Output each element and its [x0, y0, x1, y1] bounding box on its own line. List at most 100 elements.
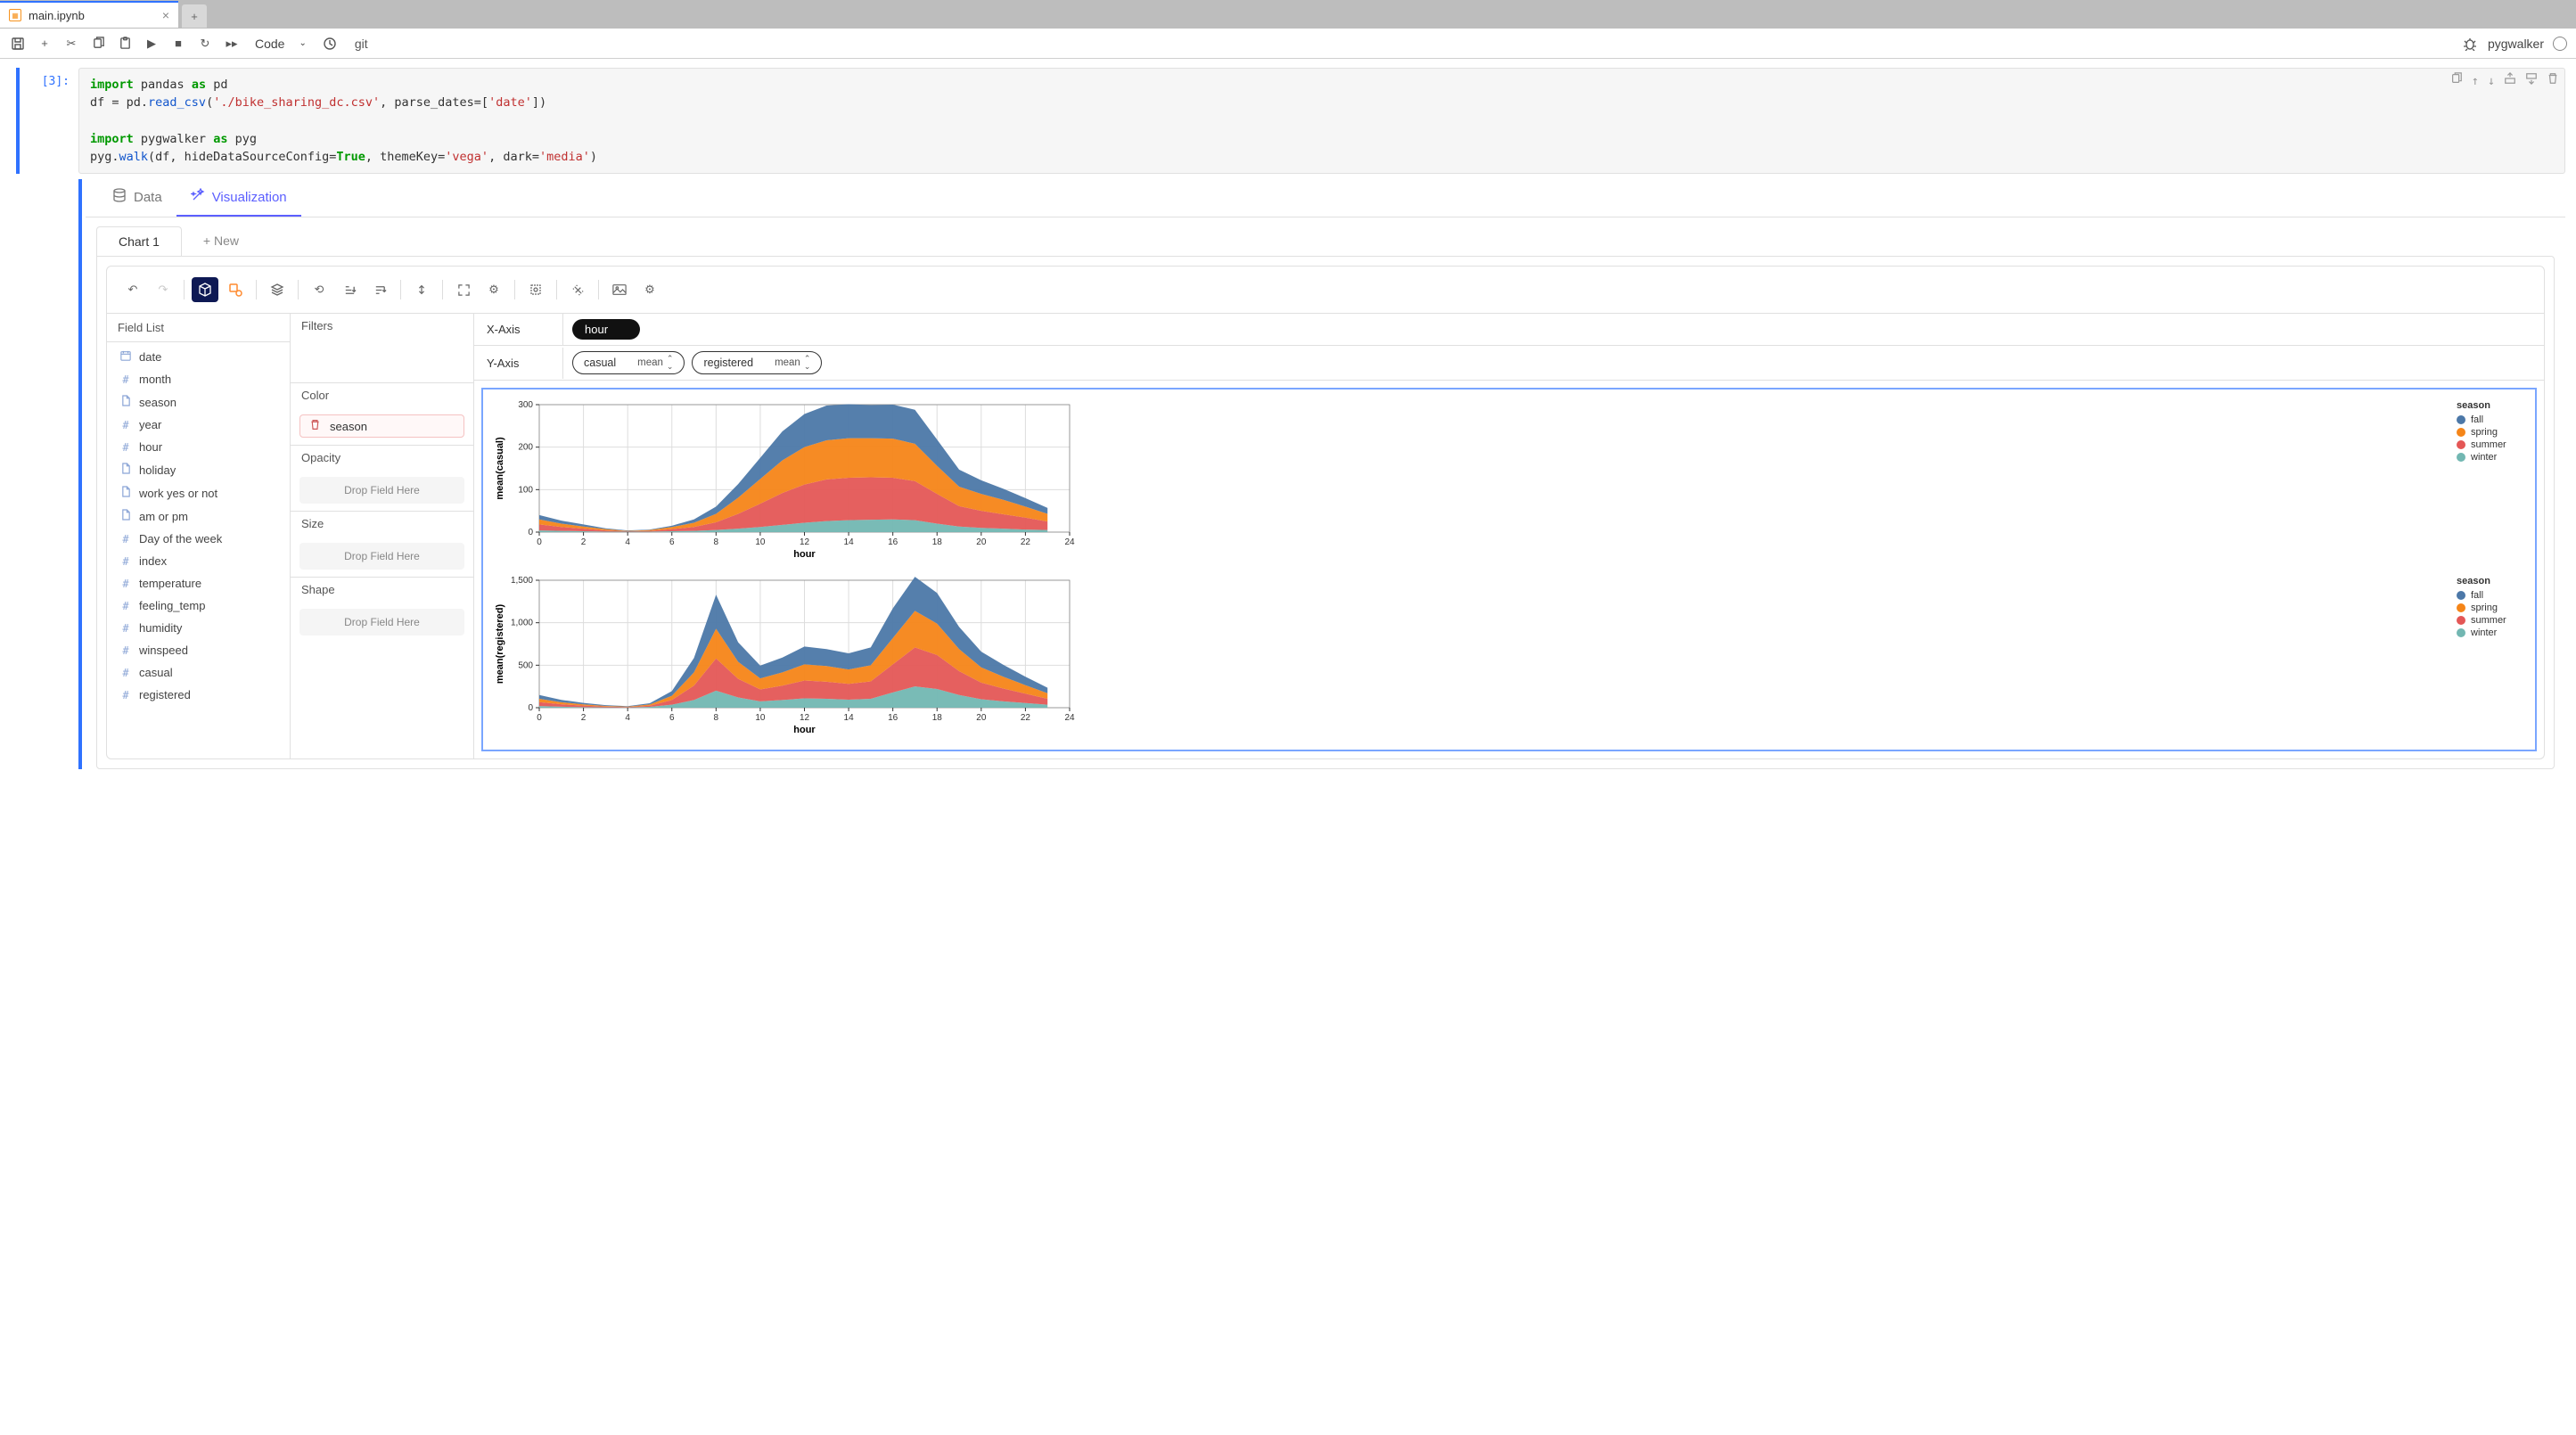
- stop-icon[interactable]: ■: [169, 35, 187, 53]
- duplicate-icon[interactable]: [2450, 72, 2463, 90]
- kernel-name[interactable]: pygwalker: [2488, 37, 2544, 51]
- legend-swatch: [2457, 453, 2465, 462]
- insert-below-icon[interactable]: [2525, 72, 2538, 90]
- legend-item-fall[interactable]: fall: [2457, 590, 2528, 601]
- insert-above-icon[interactable]: [2504, 72, 2516, 90]
- field-item-casual[interactable]: #casual: [107, 661, 290, 684]
- code-input[interactable]: ↑ ↓ import pandas as pd df = pd.read_csv…: [78, 68, 2565, 174]
- field-item-work-yes-or-not[interactable]: work yes or not: [107, 481, 290, 504]
- legend-item-summer[interactable]: summer: [2457, 439, 2528, 450]
- cell-type-select[interactable]: Code⌄: [250, 37, 312, 51]
- shelf-size[interactable]: Size Drop Field Here: [291, 512, 473, 578]
- y-field-pill-casual[interactable]: casual mean⌃⌄: [572, 351, 685, 374]
- color-field-pill[interactable]: season: [299, 414, 464, 438]
- export-image-icon[interactable]: [606, 277, 633, 302]
- field-list-panel: Field List date#monthseason#year#hourhol…: [107, 314, 291, 758]
- field-item-season[interactable]: season: [107, 390, 290, 414]
- shelf-shape[interactable]: Shape Drop Field Here: [291, 578, 473, 643]
- size-settings-icon[interactable]: ⚙: [480, 277, 507, 302]
- size-mode-icon[interactable]: [450, 277, 477, 302]
- add-cell-icon[interactable]: +: [36, 35, 53, 53]
- mark-type-icon[interactable]: [222, 277, 249, 302]
- trash-icon[interactable]: [309, 419, 321, 433]
- close-icon[interactable]: ×: [162, 8, 169, 22]
- bug-icon[interactable]: [2461, 35, 2479, 53]
- save-icon[interactable]: [9, 35, 27, 53]
- delete-icon[interactable]: [2547, 72, 2559, 90]
- x-field-pill[interactable]: hour: [572, 319, 640, 340]
- hash-icon: #: [119, 600, 132, 612]
- sort-desc-icon[interactable]: [366, 277, 393, 302]
- debug-icon[interactable]: [564, 277, 591, 302]
- x-axis-shelf[interactable]: X-Axis hour: [474, 314, 2544, 346]
- tab-chart1[interactable]: Chart 1: [96, 226, 182, 256]
- legend-item-fall[interactable]: fall: [2457, 414, 2528, 425]
- clock-icon[interactable]: [321, 35, 339, 53]
- stack-icon[interactable]: [264, 277, 291, 302]
- svg-text:12: 12: [800, 537, 810, 547]
- hash-icon: #: [119, 622, 132, 635]
- field-item-Day-of-the-week[interactable]: #Day of the week: [107, 528, 290, 550]
- undo-icon[interactable]: ↶: [119, 277, 146, 302]
- coord-icon[interactable]: [522, 277, 549, 302]
- aggregate-icon[interactable]: [192, 277, 218, 302]
- fast-forward-icon[interactable]: ▸▸: [223, 35, 241, 53]
- export-settings-icon[interactable]: ⚙: [636, 277, 663, 302]
- legend-swatch: [2457, 440, 2465, 449]
- field-item-winspeed[interactable]: #winspeed: [107, 639, 290, 661]
- run-icon[interactable]: ▶: [143, 35, 160, 53]
- move-down-icon[interactable]: ↓: [2488, 72, 2495, 90]
- axis-resize-icon[interactable]: [408, 277, 435, 302]
- legend-item-spring[interactable]: spring: [2457, 427, 2528, 438]
- chart-canvas[interactable]: 0246810121416182022240100200300hourmean(…: [481, 388, 2537, 751]
- database-icon: [112, 188, 127, 206]
- field-item-holiday[interactable]: holiday: [107, 458, 290, 481]
- svg-text:14: 14: [844, 537, 855, 547]
- tab-data[interactable]: Data: [98, 179, 176, 217]
- svg-text:4: 4: [625, 537, 630, 547]
- cut-icon[interactable]: ✂: [62, 35, 80, 53]
- legend-title: season: [2457, 400, 2528, 411]
- field-item-index[interactable]: #index: [107, 550, 290, 572]
- field-item-feeling_temp[interactable]: #feeling_temp: [107, 594, 290, 617]
- field-item-temperature[interactable]: #temperature: [107, 572, 290, 594]
- field-item-humidity[interactable]: #humidity: [107, 617, 290, 639]
- legend-item-winter[interactable]: winter: [2457, 627, 2528, 638]
- paste-icon[interactable]: [116, 35, 134, 53]
- field-item-registered[interactable]: #registered: [107, 684, 290, 706]
- y-field-pill-registered[interactable]: registered mean⌃⌄: [692, 351, 822, 374]
- hash-icon: #: [119, 419, 132, 431]
- legend-item-winter[interactable]: winter: [2457, 452, 2528, 463]
- new-tab-button[interactable]: +: [182, 4, 207, 28]
- hash-icon: #: [119, 555, 132, 568]
- shelf-filters[interactable]: Filters: [291, 314, 473, 383]
- chart-toolbar: ↶ ↷ ⟲ ⚙: [106, 266, 2545, 314]
- file-tab-main[interactable]: ▦ main.ipynb ×: [0, 1, 178, 28]
- kernel-indicator-icon[interactable]: [2553, 37, 2567, 51]
- field-item-year[interactable]: #year: [107, 414, 290, 436]
- magic-icon: [191, 188, 205, 206]
- tab-visualization[interactable]: Visualization: [176, 179, 301, 217]
- file-tabbar: ▦ main.ipynb × +: [0, 0, 2576, 29]
- legend-item-spring[interactable]: spring: [2457, 603, 2528, 613]
- shelf-color[interactable]: Color season: [291, 383, 473, 446]
- cell-toolbar: ↑ ↓: [2450, 72, 2559, 90]
- redo-icon[interactable]: ↷: [150, 277, 176, 302]
- restart-icon[interactable]: ↻: [196, 35, 214, 53]
- copy-icon[interactable]: [89, 35, 107, 53]
- legend-item-summer[interactable]: summer: [2457, 615, 2528, 626]
- document-icon: [119, 509, 132, 523]
- y-axis-shelf[interactable]: Y-Axis casual mean⌃⌄ registered mean⌃⌄: [474, 346, 2544, 381]
- sort-asc-icon[interactable]: [336, 277, 363, 302]
- code-cell[interactable]: [3]: ↑ ↓ import pandas as pd df = pd.rea…: [16, 68, 2565, 174]
- transpose-icon[interactable]: ⟲: [306, 277, 332, 302]
- svg-text:200: 200: [518, 443, 533, 453]
- field-item-month[interactable]: #month: [107, 368, 290, 390]
- git-button[interactable]: git: [355, 37, 368, 51]
- shelf-opacity[interactable]: Opacity Drop Field Here: [291, 446, 473, 512]
- field-item-am-or-pm[interactable]: am or pm: [107, 504, 290, 528]
- field-item-hour[interactable]: #hour: [107, 436, 290, 458]
- move-up-icon[interactable]: ↑: [2472, 72, 2479, 90]
- field-item-date[interactable]: date: [107, 346, 290, 368]
- tab-new-chart[interactable]: + New: [182, 226, 260, 256]
